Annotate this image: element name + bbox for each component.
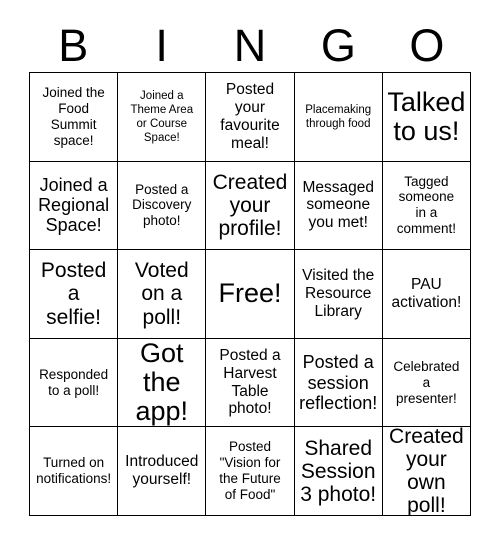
bingo-cell-i3[interactable]: Voted on a poll! [118, 250, 207, 339]
bingo-cell-label: Posted a Discovery photo! [132, 181, 192, 229]
bingo-cell-label: Posted a Harvest Table photo! [219, 346, 281, 418]
bingo-cell-label: Created your own poll! [389, 427, 464, 516]
bingo-cell-label: Celebrated a presenter! [393, 358, 460, 406]
bingo-header-letter-b: B [58, 19, 89, 71]
bingo-cell-i1[interactable]: Joined a Theme Area or Course Space! [118, 73, 207, 162]
bingo-cell-o2[interactable]: Tagged someone in a comment! [382, 161, 471, 251]
bingo-cell-label: Responded to a poll! [39, 366, 109, 398]
bingo-grid: Joined the Food Summit space! Joined a T… [29, 72, 471, 516]
bingo-cell-g1[interactable]: Placemaking through food [294, 73, 383, 162]
bingo-card: B I N G O Joined the Food Summit space! … [0, 0, 500, 544]
bingo-header: B I N G O [29, 18, 471, 72]
bingo-cell-label: Placemaking through food [305, 103, 372, 130]
bingo-cell-free[interactable]: Free! [206, 250, 295, 339]
bingo-cell-b1[interactable]: Joined the Food Summit space! [30, 73, 119, 162]
bingo-cell-g5[interactable]: Shared Session 3 photo! [294, 427, 383, 516]
bingo-cell-label: Posted "Vision for the Future of Food" [219, 439, 281, 503]
bingo-cell-label: Tagged someone in a comment! [396, 173, 457, 237]
bingo-cell-label: Posted a session reflection! [299, 352, 378, 413]
bingo-cell-label: Posted your favourite meal! [220, 81, 280, 152]
bingo-cell-n1[interactable]: Posted your favourite meal! [206, 73, 295, 162]
bingo-cell-label: Talked to us! [387, 86, 466, 146]
bingo-cell-label: Visited the Resource Library [302, 267, 375, 320]
bingo-cell-o4[interactable]: Celebrated a presenter! [382, 338, 471, 428]
bingo-cell-n4[interactable]: Posted a Harvest Table photo! [206, 338, 295, 428]
bingo-cell-n2[interactable]: Created your profile! [206, 161, 295, 251]
bingo-header-letter-n: N [233, 19, 267, 71]
bingo-cell-n5[interactable]: Posted "Vision for the Future of Food" [206, 427, 295, 516]
bingo-cell-g2[interactable]: Messaged someone you met! [294, 161, 383, 251]
bingo-cell-label: Joined a Theme Area or Course Space! [130, 89, 194, 144]
bingo-cell-label: Created your profile! [212, 170, 288, 240]
bingo-header-letter-g: G [320, 19, 356, 71]
bingo-cell-b4[interactable]: Responded to a poll! [30, 338, 119, 428]
bingo-cell-i2[interactable]: Posted a Discovery photo! [118, 161, 207, 251]
bingo-cell-label: Joined the Food Summit space! [42, 84, 105, 148]
bingo-cell-label: Got the app! [135, 338, 189, 427]
bingo-cell-label: Voted on a poll! [134, 259, 189, 329]
bingo-cell-o1[interactable]: Talked to us! [382, 73, 471, 162]
bingo-cell-label: Free! [218, 278, 282, 309]
bingo-cell-i4[interactable]: Got the app! [118, 338, 207, 428]
bingo-cell-label: Shared Session 3 photo! [300, 436, 377, 506]
bingo-cell-label: Posted a selfie! [40, 259, 107, 329]
bingo-header-letter-i: I [155, 19, 168, 71]
bingo-cell-g3[interactable]: Visited the Resource Library [294, 250, 383, 339]
bingo-cell-b2[interactable]: Joined a Regional Space! [30, 161, 119, 251]
bingo-cell-label: Messaged someone you met! [302, 178, 374, 232]
bingo-header-letter-o: O [409, 19, 445, 71]
bingo-cell-b3[interactable]: Posted a selfie! [30, 250, 119, 339]
bingo-cell-label: Joined a Regional Space! [38, 175, 110, 236]
bingo-cell-b5[interactable]: Turned on notifications! [30, 427, 119, 516]
bingo-cell-label: Introduced yourself! [125, 453, 199, 489]
bingo-cell-label: Turned on notifications! [36, 455, 112, 487]
bingo-cell-i5[interactable]: Introduced yourself! [118, 427, 207, 516]
bingo-cell-label: PAU activation! [391, 276, 462, 311]
bingo-cell-g4[interactable]: Posted a session reflection! [294, 338, 383, 428]
bingo-cell-o5[interactable]: Created your own poll! [382, 427, 471, 516]
bingo-cell-o3[interactable]: PAU activation! [382, 250, 471, 339]
